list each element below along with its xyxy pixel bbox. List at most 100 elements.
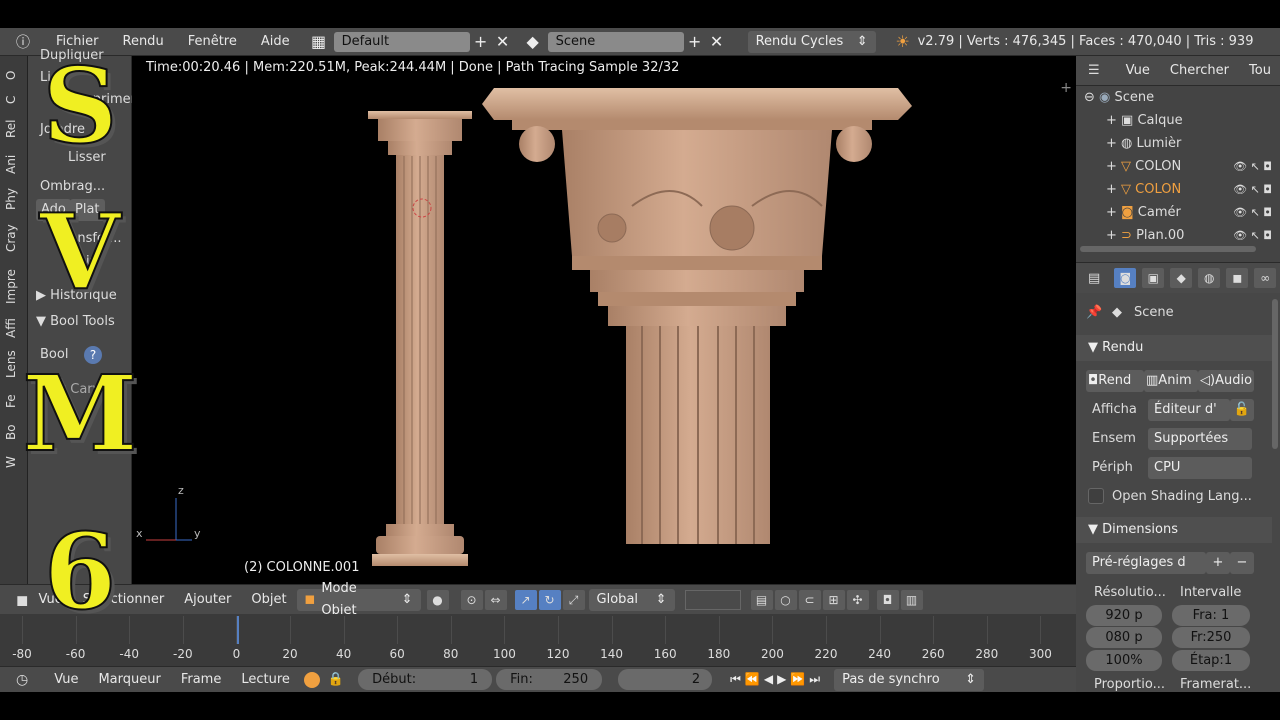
joindre-button[interactable]: Joindre [40, 122, 85, 137]
tab-w[interactable]: W [4, 456, 18, 468]
proportional-edit-icon[interactable]: ○ [774, 589, 797, 610]
outliner-item-colonne-001[interactable]: + ▽ COLON 👁 ↖ ◘ [1076, 179, 1280, 201]
render-layer-tab-icon[interactable]: ▣ [1142, 268, 1165, 288]
transfer-button[interactable]: Transfer... [58, 231, 121, 246]
snap-icon[interactable]: ⊂ [798, 589, 821, 610]
manipulator-icon[interactable]: ⇔ [484, 589, 507, 610]
properties-editor-icon[interactable]: ▤ [1088, 271, 1100, 286]
supprimer-button[interactable]: Supprimer [68, 92, 136, 107]
tab-outils[interactable]: O [4, 71, 18, 80]
historique-panel[interactable]: ▶ Historique [36, 288, 117, 303]
menu-timeline-vue[interactable]: Vue [44, 672, 88, 687]
tab-impression[interactable]: Impre [4, 269, 18, 304]
end-frame-field[interactable]: Fin: 250 [496, 669, 603, 690]
tab-lens[interactable]: Lens [4, 350, 18, 378]
lier-button[interactable]: Lier [40, 70, 64, 85]
outliner-editor-icon[interactable]: ☰ [1088, 63, 1100, 78]
scene-tab-icon[interactable]: ◆ [1170, 268, 1193, 288]
audio-button[interactable]: ◁)Audio [1198, 370, 1254, 392]
outliner-item-colonne[interactable]: + ▽ COLON 👁 ↖ ◘ [1076, 156, 1280, 178]
render-tab-icon[interactable]: ◙ [1114, 268, 1137, 288]
ado-button[interactable]: Ado [36, 199, 71, 221]
scene-field[interactable]: Scene [547, 31, 684, 52]
outliner-menu-vue[interactable]: Vue [1116, 63, 1160, 78]
menu-marqueur[interactable]: Marqueur [88, 672, 170, 687]
resolution-percent-field[interactable]: 100% [1086, 650, 1162, 671]
resolution-y-field[interactable]: 080 p [1086, 627, 1162, 648]
menu-selectionner[interactable]: Sélectionner [73, 592, 175, 607]
tab-relations[interactable]: Rel [4, 119, 18, 138]
lisser-button[interactable]: Lisser [68, 150, 106, 165]
tab-crayon[interactable]: Cray [4, 224, 18, 252]
world-tab-icon[interactable]: ◍ [1198, 268, 1221, 288]
translate-icon[interactable]: ↗ [514, 589, 537, 610]
display-select[interactable]: Éditeur d' [1148, 399, 1230, 421]
visibility-icons[interactable]: 👁 ↖ ◘ [1233, 202, 1272, 224]
device-select[interactable]: CPU [1148, 457, 1252, 479]
feature-set-select[interactable]: Supportées [1148, 428, 1252, 450]
frame-end-field[interactable]: Fr:250 [1172, 627, 1250, 648]
outliner-item-calque[interactable]: + ▣ Calque [1076, 110, 1280, 132]
menu-lecture[interactable]: Lecture [231, 672, 300, 687]
constraints-tab-icon[interactable]: ∞ [1254, 268, 1277, 288]
animation-button[interactable]: ▥Anim [1144, 370, 1198, 392]
booltools-panel[interactable]: ▼ Bool Tools [36, 314, 115, 329]
pivot-icon[interactable]: ⊙ [460, 589, 483, 610]
tab-physique[interactable]: Phy [4, 188, 18, 210]
outliner-menu-chercher[interactable]: Chercher [1160, 63, 1239, 78]
scale-icon[interactable]: ⤢ [562, 589, 585, 610]
start-frame-field[interactable]: Début: 1 [358, 669, 493, 690]
frame-start-field[interactable]: Fra: 1 [1172, 605, 1250, 626]
tab-affichage[interactable]: Affi [4, 318, 18, 338]
menu-ajouter[interactable]: Ajouter [174, 592, 241, 607]
menu-aide[interactable]: Aide [249, 28, 302, 56]
timeline[interactable]: -80 -60 -40 -20 0 20 40 60 80 100 120 140 160 180 200 2… [0, 614, 1076, 666]
render-engine-select[interactable]: Rendu Cycles ⇕ [747, 30, 876, 53]
visibility-icons[interactable]: 👁 ↖ ◘ [1233, 179, 1272, 201]
clock-icon[interactable]: ◷ [16, 672, 28, 688]
properties-scrollbar[interactable] [1272, 299, 1278, 449]
current-frame-field[interactable]: 2 [618, 669, 713, 690]
render-button[interactable]: ◘Rend [1086, 370, 1144, 392]
lock-icon[interactable]: 🔒 [328, 672, 344, 687]
layer-buttons[interactable] [684, 589, 741, 610]
orientation-select[interactable]: Global ⇕ [588, 588, 675, 611]
add-layout-icon[interactable]: + [470, 31, 492, 53]
dimensions-panel-header[interactable]: ▼ Dimensions [1076, 517, 1272, 543]
dis-button[interactable]: Dis [76, 254, 96, 269]
screen-layout-icon[interactable]: ▦ [308, 31, 330, 53]
plat-button[interactable]: Plat [70, 199, 105, 221]
outliner-item-lumiere[interactable]: + ◍ Lumièr [1076, 133, 1280, 155]
osl-checkbox[interactable] [1088, 488, 1104, 504]
snap-target-icon[interactable]: ⊞ [822, 589, 845, 610]
dupliquer-button[interactable]: Dupliquer [40, 48, 104, 63]
fast-carve-button[interactable]: Fast Carve [40, 382, 108, 397]
outliner-item-plan[interactable]: + ⊃ Plan.00 👁 ↖ ◘ [1076, 225, 1280, 247]
visibility-icons[interactable]: 👁 ↖ ◘ [1233, 225, 1272, 247]
outliner-display-select[interactable]: Tou [1239, 63, 1271, 78]
outliner-hscrollbar[interactable] [1080, 246, 1256, 252]
small-column[interactable] [368, 111, 472, 566]
cube-icon[interactable]: ◼ [16, 591, 28, 609]
pin-icon[interactable]: 📌 [1086, 305, 1102, 320]
playhead[interactable] [237, 616, 239, 644]
render-camera-icon[interactable]: ◘ [876, 589, 899, 610]
lock-interface-icon[interactable]: 🔓 [1230, 399, 1254, 421]
menu-rendu[interactable]: Rendu [111, 28, 176, 56]
remove-scene-icon[interactable]: ✕ [706, 31, 728, 53]
snap-element-icon[interactable]: ✣ [846, 589, 869, 610]
record-key-icon[interactable] [303, 671, 320, 688]
visibility-icons[interactable]: 👁 ↖ ◘ [1233, 156, 1272, 178]
rendu-panel-header[interactable]: ▼ Rendu [1076, 335, 1272, 361]
remove-layout-icon[interactable]: ✕ [492, 31, 514, 53]
playback-controls[interactable]: ⏮⏪◀▶⏩⏭ [730, 672, 824, 687]
frame-step-field[interactable]: Étap:1 [1172, 650, 1250, 671]
resolution-x-field[interactable]: 920 p [1086, 605, 1162, 626]
column-capital-closeup[interactable] [482, 88, 912, 544]
shading-icon[interactable]: ● [426, 589, 449, 610]
render-layers-icon[interactable]: ▤ [750, 589, 773, 610]
remove-preset-icon[interactable]: − [1230, 552, 1254, 574]
help-icon[interactable]: ? [84, 346, 102, 364]
menu-vue[interactable]: Vue [28, 592, 72, 607]
tab-creer[interactable]: C [4, 96, 18, 104]
